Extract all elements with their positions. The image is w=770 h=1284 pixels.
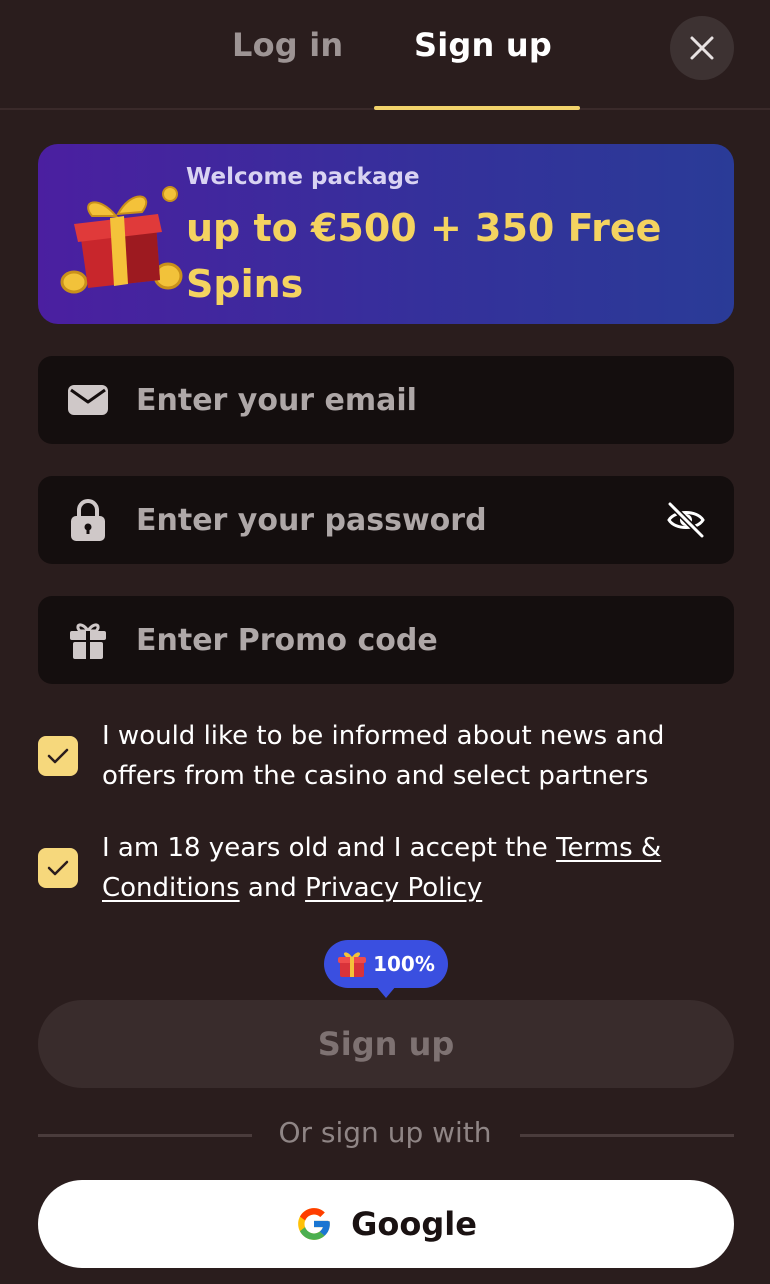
- close-button[interactable]: [670, 16, 734, 80]
- banner-kicker: Welcome package: [186, 164, 420, 190]
- bonus-progress-label: 100%: [373, 952, 435, 976]
- age-consent-prefix: I am 18 years old and I accept the: [102, 833, 557, 863]
- checkmark-icon: [47, 860, 69, 876]
- active-tab-indicator: [374, 106, 580, 110]
- age-consent-checkbox[interactable]: [38, 848, 78, 888]
- eye-off-icon: [667, 501, 705, 539]
- privacy-policy-link[interactable]: Privacy Policy: [305, 873, 482, 903]
- google-logo-icon: [298, 1208, 330, 1240]
- email-field-container: [38, 356, 734, 444]
- gift-icon: [68, 620, 108, 660]
- password-field-container: [38, 476, 734, 564]
- google-button-label: Google: [351, 1205, 477, 1243]
- age-consent-row: I am 18 years old and I accept the Terms…: [38, 828, 738, 912]
- tab-login[interactable]: Log in: [232, 26, 343, 64]
- lock-icon: [68, 499, 108, 541]
- bonus-progress-bubble: 100%: [324, 940, 448, 998]
- tab-signup[interactable]: Sign up: [414, 26, 552, 64]
- divider-line-right: [520, 1134, 734, 1137]
- alt-signup-divider-label: Or sign up with: [278, 1116, 492, 1149]
- close-icon: [690, 36, 714, 60]
- checkmark-icon: [47, 748, 69, 764]
- welcome-banner: Welcome package up to €500 + 350 Free Sp…: [38, 144, 734, 324]
- news-consent-label: I would like to be informed about news a…: [102, 721, 665, 791]
- signup-submit-button[interactable]: Sign up: [38, 1000, 734, 1088]
- gift-box-icon: [338, 952, 367, 977]
- promo-code-input[interactable]: [136, 596, 656, 684]
- age-consent-label: I am 18 years old and I accept the Terms…: [102, 828, 738, 908]
- banner-title: up to €500 + 350 Free Spins: [186, 206, 662, 306]
- news-consent-checkbox[interactable]: [38, 736, 78, 776]
- promo-field-container: [38, 596, 734, 684]
- password-input[interactable]: [136, 476, 656, 564]
- email-input[interactable]: [136, 356, 656, 444]
- auth-tabs: Log in Sign up: [0, 0, 770, 110]
- signup-modal: Log in Sign up Welcome package up to €50…: [0, 0, 770, 1284]
- news-consent-row: I would like to be informed about news a…: [38, 716, 738, 800]
- google-signup-button[interactable]: Google: [38, 1180, 734, 1268]
- age-consent-and: and: [239, 873, 306, 903]
- gift-box-illustration-icon: [60, 186, 183, 294]
- toggle-password-visibility-button[interactable]: [662, 496, 710, 544]
- envelope-icon: [68, 380, 108, 420]
